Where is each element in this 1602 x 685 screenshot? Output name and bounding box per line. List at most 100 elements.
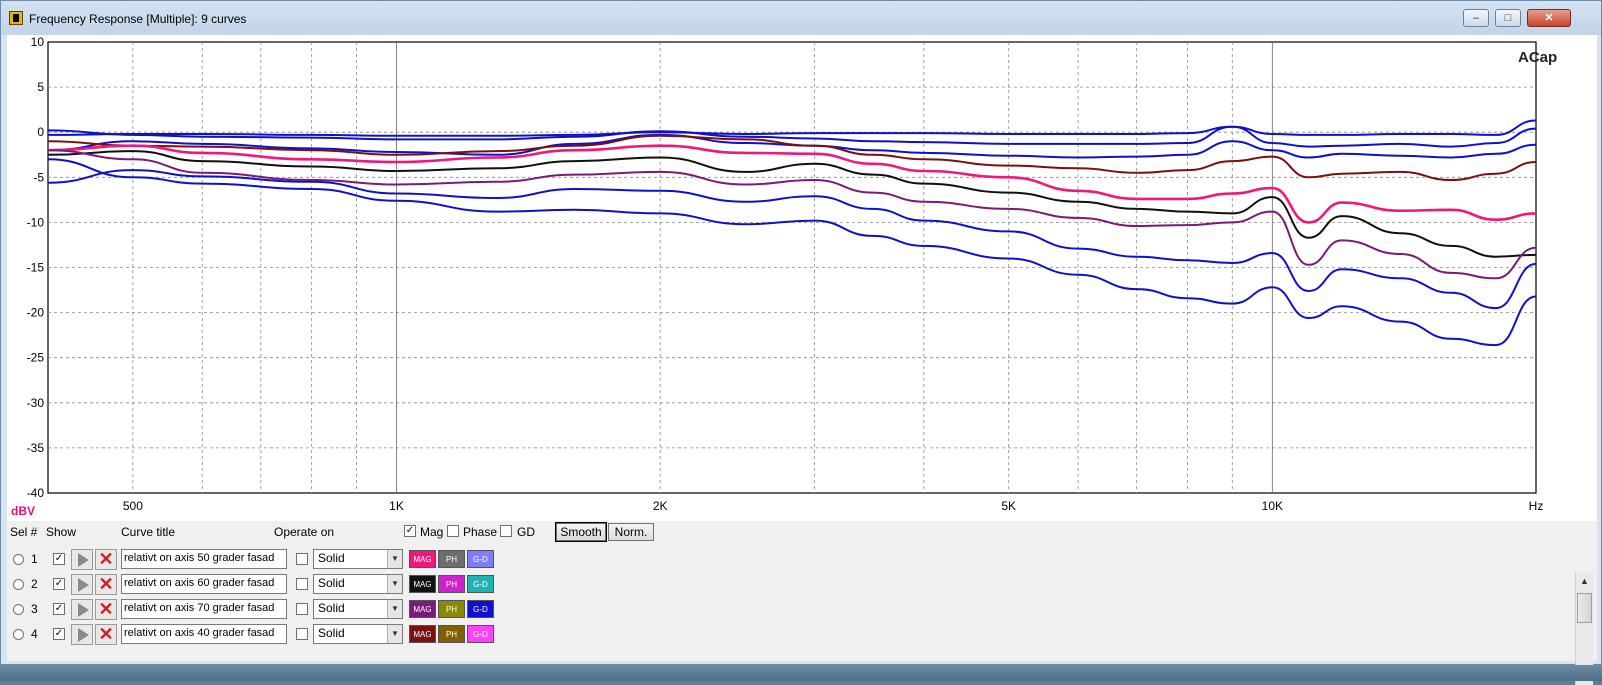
y-tick-label: 0 <box>37 125 44 139</box>
x-tick-label: Hz <box>1529 499 1544 513</box>
gd-checkbox[interactable] <box>500 525 512 537</box>
title-bar[interactable]: Frequency Response [Multiple]: 9 curves … <box>1 1 1601 35</box>
acap-watermark: ACap <box>1518 49 1557 66</box>
curve-row-4[interactable]: 4 ✓ ✕ relativt on axis 40 grader fasad S… <box>7 622 1547 647</box>
x-axis-ticks: 500 1K 2K 5K 10K Hz <box>123 499 1543 513</box>
smooth-button[interactable]: Smooth <box>555 522 607 542</box>
line-style-select[interactable]: Solid ▼ <box>313 549 403 569</box>
play-icon[interactable] <box>71 549 93 570</box>
phase-color-button[interactable]: PH <box>438 600 465 618</box>
curve-title-input[interactable]: relativt on axis 60 grader fasad <box>121 574 287 594</box>
curve-title-input[interactable]: relativt on axis 40 grader fasad <box>121 624 287 644</box>
row-number: 4 <box>31 627 38 641</box>
x-tick-label: 2K <box>653 499 668 513</box>
plot-area: 10 5 0 -5 -10 -15 -20 -25 -30 -35 -40 500 1K 2K 5K 10K… <box>7 35 1597 521</box>
operate-checkbox[interactable] <box>296 578 308 590</box>
chevron-down-icon: ▼ <box>387 550 402 568</box>
line-style-select[interactable]: Solid ▼ <box>313 599 403 619</box>
mag-color-button[interactable]: MAG <box>409 575 436 593</box>
sel-column-header: Sel # <box>10 525 38 539</box>
mag-checkbox[interactable]: ✓ <box>404 525 416 537</box>
show-column-header: Show <box>46 525 77 539</box>
y-tick-label: -20 <box>27 306 45 320</box>
desktop-background <box>0 665 1602 681</box>
maximize-button[interactable]: □ <box>1495 9 1521 27</box>
phase-color-button[interactable]: PH <box>438 550 465 568</box>
curve-title-input[interactable]: relativt on axis 50 grader fasad <box>121 549 287 569</box>
play-icon[interactable] <box>71 624 93 645</box>
operate-checkbox[interactable] <box>296 628 308 640</box>
play-icon[interactable] <box>71 599 93 620</box>
select-radio[interactable] <box>13 629 24 640</box>
line-style-value: Solid <box>318 576 345 590</box>
y-tick-label: 10 <box>31 35 45 49</box>
y-tick-label: -40 <box>27 486 45 500</box>
y-tick-label: -5 <box>33 170 44 184</box>
x-tick-label: 1K <box>389 499 404 513</box>
x-tick-label: 5K <box>1001 499 1016 513</box>
row-number: 1 <box>31 552 38 566</box>
curve-control-panel: Sel # Show Curve title Operate on ✓ Mag … <box>7 521 1597 685</box>
show-checkbox[interactable]: ✓ <box>53 553 65 565</box>
curve-row-3[interactable]: 3 ✓ ✕ relativt on axis 70 grader fasad S… <box>7 597 1547 622</box>
phase-checkbox[interactable] <box>447 525 459 537</box>
select-radio[interactable] <box>13 604 24 615</box>
mag-color-button[interactable]: MAG <box>409 625 436 643</box>
line-style-value: Solid <box>318 601 345 615</box>
line-style-value: Solid <box>318 551 345 565</box>
mag-color-button[interactable]: MAG <box>409 550 436 568</box>
show-checkbox[interactable]: ✓ <box>53 578 65 590</box>
app-icon <box>9 11 23 25</box>
mag-color-button[interactable]: MAG <box>409 600 436 618</box>
select-radio[interactable] <box>13 554 24 565</box>
phase-color-button[interactable]: PH <box>438 575 465 593</box>
curve-list: 1 ✓ ✕ relativt on axis 50 grader fasad S… <box>7 547 1597 685</box>
operate-checkbox[interactable] <box>296 553 308 565</box>
row-number: 2 <box>31 577 38 591</box>
y-axis-unit-label: dBV <box>11 504 35 518</box>
norm-button[interactable]: Norm. <box>608 523 654 541</box>
y-tick-label: 5 <box>37 80 44 94</box>
chevron-down-icon: ▼ <box>387 575 402 593</box>
curve-title-input[interactable]: relativt on axis 70 grader fasad <box>121 599 287 619</box>
window-title: Frequency Response [Multiple]: 9 curves <box>29 12 247 26</box>
operate-column-header: Operate on <box>274 525 335 539</box>
y-tick-label: -10 <box>27 215 45 229</box>
delete-icon[interactable]: ✕ <box>95 599 117 620</box>
gd-color-button[interactable]: G-D <box>467 550 494 568</box>
delete-icon[interactable]: ✕ <box>95 624 117 645</box>
gd-color-button[interactable]: G-D <box>467 600 494 618</box>
show-checkbox[interactable]: ✓ <box>53 603 65 615</box>
gd-label: GD <box>517 525 535 539</box>
select-radio[interactable] <box>13 579 24 590</box>
x-tick-label: 500 <box>123 499 143 513</box>
mag-label: Mag <box>420 525 444 539</box>
close-button[interactable]: ✕ <box>1527 9 1571 27</box>
scroll-thumb[interactable] <box>1577 593 1592 623</box>
gd-color-button[interactable]: G-D <box>467 575 494 593</box>
delete-icon[interactable]: ✕ <box>95 549 117 570</box>
minimize-button[interactable]: – <box>1463 9 1489 27</box>
frequency-response-window: Frequency Response [Multiple]: 9 curves … <box>0 0 1602 685</box>
frequency-response-chart[interactable]: 10 5 0 -5 -10 -15 -20 -25 -30 -35 -40 500 1K 2K 5K 10K… <box>7 35 1597 521</box>
curve-row-1[interactable]: 1 ✓ ✕ relativt on axis 50 grader fasad S… <box>7 547 1547 572</box>
row-number: 3 <box>31 602 38 616</box>
phase-color-button[interactable]: PH <box>438 625 465 643</box>
gd-color-button[interactable]: G-D <box>467 625 494 643</box>
show-checkbox[interactable]: ✓ <box>53 628 65 640</box>
line-style-select[interactable]: Solid ▼ <box>313 624 403 644</box>
operate-checkbox[interactable] <box>296 603 308 615</box>
play-icon[interactable] <box>71 574 93 595</box>
y-tick-label: -30 <box>27 396 45 410</box>
line-style-value: Solid <box>318 626 345 640</box>
curve-row-2[interactable]: 2 ✓ ✕ relativt on axis 60 grader fasad S… <box>7 572 1547 597</box>
y-tick-label: -15 <box>27 261 45 275</box>
y-tick-label: -35 <box>27 441 45 455</box>
scroll-up-icon[interactable]: ▲ <box>1576 573 1593 590</box>
delete-icon[interactable]: ✕ <box>95 574 117 595</box>
line-style-select[interactable]: Solid ▼ <box>313 574 403 594</box>
y-axis-ticks: 10 5 0 -5 -10 -15 -20 -25 -30 -35 -40 <box>27 35 45 500</box>
chevron-down-icon: ▼ <box>387 600 402 618</box>
title-column-header: Curve title <box>121 525 176 539</box>
x-tick-label: 10K <box>1262 499 1283 513</box>
